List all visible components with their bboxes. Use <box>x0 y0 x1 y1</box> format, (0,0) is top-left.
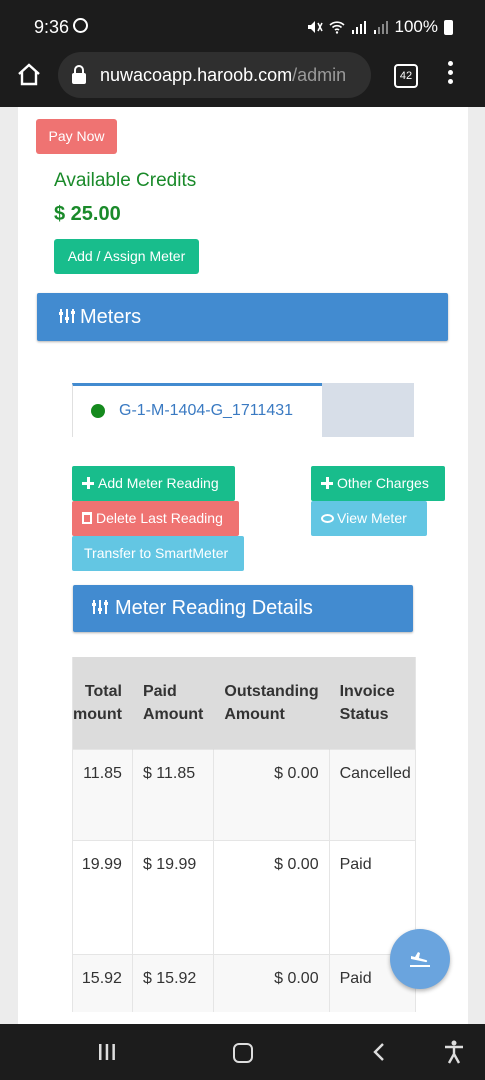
sliders-icon <box>92 600 108 614</box>
battery-percent: 100% <box>394 17 438 36</box>
other-charges-label: Other Charges <box>337 475 429 491</box>
accessibility-icon[interactable] <box>444 1040 464 1064</box>
view-meter-label: View Meter <box>337 510 407 526</box>
status-icons: 100% <box>307 17 453 37</box>
col-invoice-line1: Invoice <box>339 682 395 700</box>
col-invoice-line2: Status <box>339 705 389 723</box>
cell-paid: $ 11.85 <box>131 748 215 841</box>
signal-icon <box>351 21 366 34</box>
col-total-line2: Amount <box>73 705 122 723</box>
transfer-smartmeter-button[interactable]: Transfer to SmartMeter <box>72 536 244 571</box>
other-charges-button[interactable]: Other Charges <box>311 466 445 501</box>
system-nav-bar <box>0 1024 485 1080</box>
delete-last-reading-label: Delete Last Reading <box>96 510 223 526</box>
browser-toolbar: nuwacoapp.haroob.com/admin 42 <box>0 44 485 107</box>
reading-table-scroll[interactable]: Total Amount Paid Amount Outstanding Amount… <box>72 657 416 1012</box>
reading-table: Total Amount Paid Amount Outstanding Amount… <box>73 657 415 1012</box>
url-host: nuwacoapp.haroob.com <box>100 65 293 85</box>
add-meter-reading-button[interactable]: Add Meter Reading <box>72 466 235 501</box>
credits-value: $ 25.00 <box>54 203 121 225</box>
meters-heading: Meters <box>80 306 142 328</box>
table-row: 15.92 $ 15.92 $ 0.00 Paid <box>73 953 415 1012</box>
plus-icon <box>321 477 333 489</box>
cell-paid: $ 15.92 <box>131 953 215 1012</box>
back-icon[interactable] <box>372 1042 386 1062</box>
col-invoice-status: Invoice Status <box>329 657 415 749</box>
table-row: 19.99 $ 19.99 $ 0.00 Paid <box>73 839 415 955</box>
col-paid-amount: Paid Amount <box>132 657 215 749</box>
plus-icon <box>82 477 94 489</box>
pay-now-button[interactable]: Pay Now <box>36 119 117 154</box>
home-icon[interactable] <box>15 61 43 89</box>
reading-details-title: Meter Reading Details <box>115 597 313 619</box>
cell-outstanding: $ 0.00 <box>213 839 330 955</box>
col-paid-line1: Paid <box>142 682 177 700</box>
meters-panel-heading: Meters <box>37 293 448 341</box>
trash-icon <box>82 512 92 524</box>
url-text: nuwacoapp.haroob.com/admin <box>100 65 365 86</box>
add-meter-reading-label: Add Meter Reading <box>98 475 219 491</box>
col-total-amount: Total Amount <box>73 657 133 749</box>
whatsapp-icon <box>73 18 88 33</box>
mute-icon <box>307 21 323 33</box>
lock-icon <box>72 65 86 84</box>
wifi-icon <box>328 21 345 34</box>
reading-details-heading: Meter Reading Details <box>73 585 413 632</box>
clock: 9:36 <box>34 17 70 37</box>
table-header-row: Total Amount Paid Amount Outstanding Amount… <box>73 657 415 749</box>
tabs-icon[interactable]: 42 <box>394 64 418 88</box>
col-outstanding-line2: Amount <box>224 705 285 723</box>
sliders-icon <box>59 309 75 323</box>
eye-icon <box>321 514 334 523</box>
overflow-menu-icon[interactable] <box>448 61 454 87</box>
credits-label: Available Credits <box>54 170 197 191</box>
meter-tab[interactable]: G-1-M-1404-G_1711431 <box>72 383 322 437</box>
col-paid-line2: Amount <box>142 705 204 723</box>
cell-outstanding: $ 0.00 <box>213 748 330 841</box>
cell-total: 15.92 <box>73 953 133 1012</box>
meter-tab-label: G-1-M-1404-G_1711431 <box>119 402 294 419</box>
assign-meter-button[interactable]: Add / Assign Meter <box>54 239 199 274</box>
floating-action-button[interactable] <box>390 929 450 989</box>
page-content: Pay Now Available Credits $ 25.00 Add / … <box>18 107 468 1024</box>
url-bar[interactable]: nuwacoapp.haroob.com/admin <box>58 52 371 98</box>
recents-icon[interactable] <box>98 1044 116 1060</box>
nav-home-icon[interactable] <box>233 1043 253 1063</box>
delete-last-reading-button[interactable]: Delete Last Reading <box>72 501 239 536</box>
table-row: 11.85 $ 11.85 $ 0.00 Cancelled <box>73 748 415 841</box>
col-outstanding-line1: Outstanding <box>224 682 319 700</box>
cell-total: 19.99 <box>73 839 133 955</box>
url-path: /admin <box>292 65 347 85</box>
cell-paid: $ 19.99 <box>131 839 215 955</box>
signal-icon <box>373 21 388 34</box>
meter-tabs: G-1-M-1404-G_1711431 <box>72 383 414 437</box>
col-outstanding-amount: Outstanding Amount <box>213 657 330 749</box>
battery-icon <box>444 19 453 35</box>
meter-status-dot <box>91 404 105 418</box>
cell-status: Cancelled <box>328 748 415 841</box>
plane-landing-icon <box>410 952 430 967</box>
cell-outstanding: $ 0.00 <box>213 953 330 1012</box>
col-total-line1: Total <box>84 682 122 700</box>
view-meter-button[interactable]: View Meter <box>311 501 427 536</box>
cell-total: 11.85 <box>73 748 133 841</box>
